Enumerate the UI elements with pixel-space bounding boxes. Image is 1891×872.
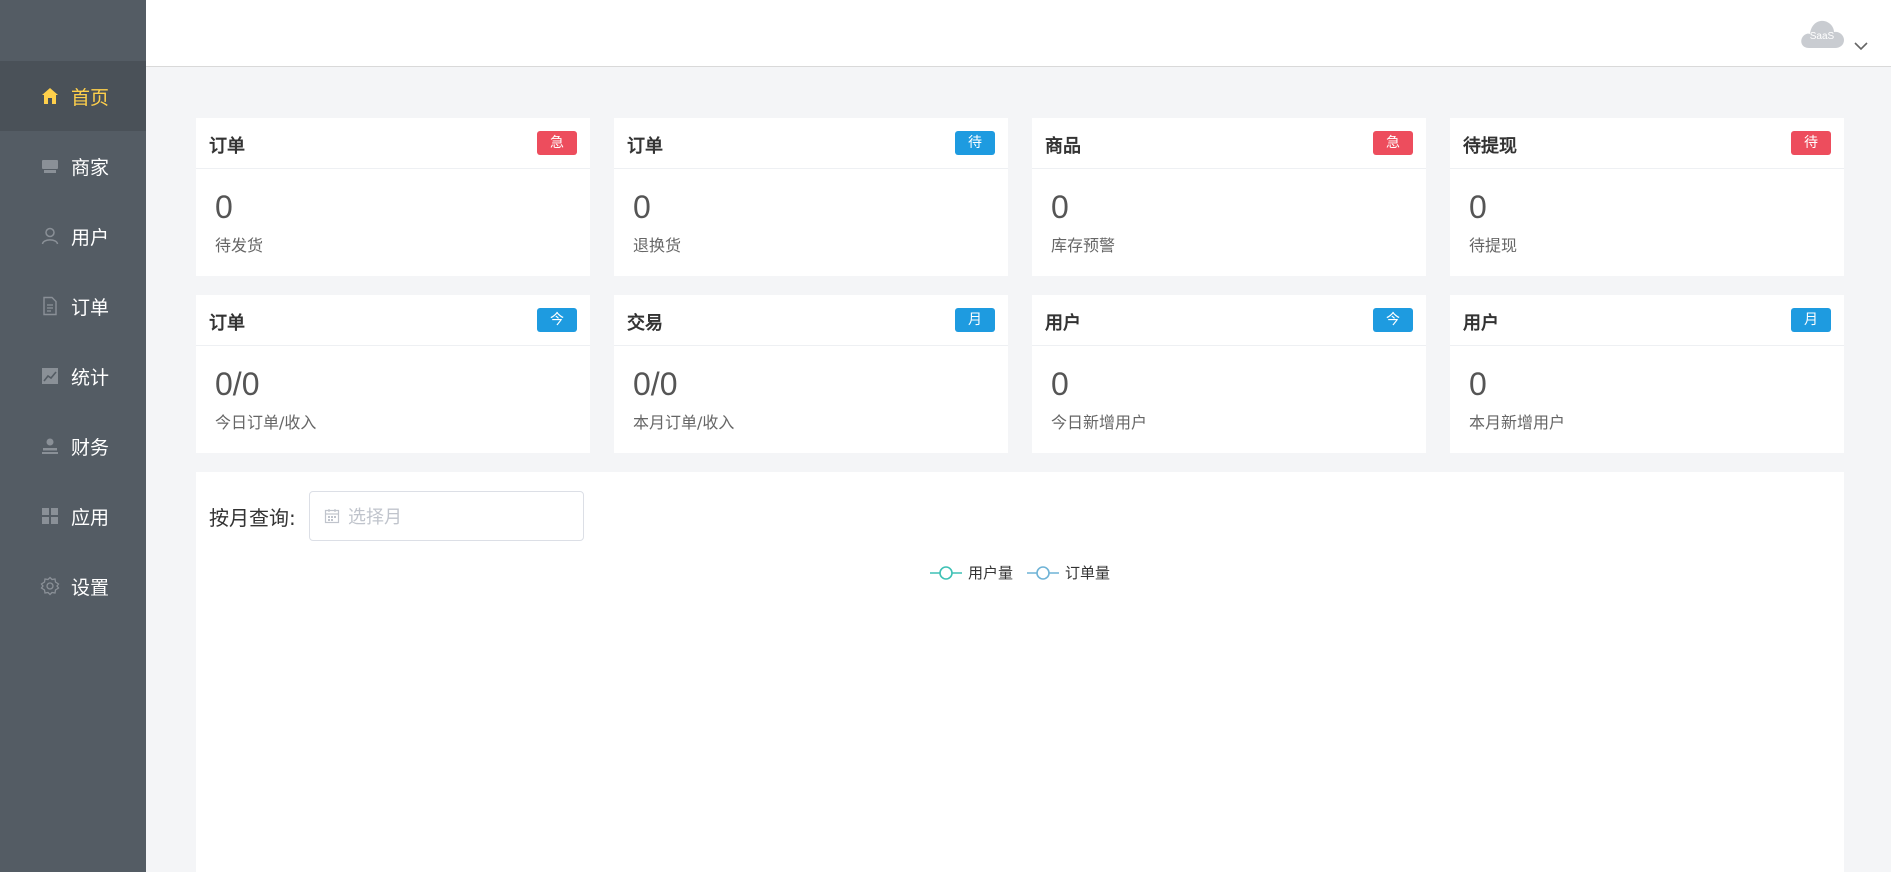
stat-card-value: 0 bbox=[633, 189, 651, 225]
stat-card-badge: 急 bbox=[537, 131, 577, 155]
legend-label: 用户量 bbox=[967, 564, 1013, 582]
stat-card: 订单 待 0 退换货 bbox=[614, 118, 1008, 276]
stat-card-header: 订单 今 bbox=[196, 295, 590, 346]
calendar-icon bbox=[324, 509, 340, 524]
sidebar-item-0[interactable]: 首页 bbox=[0, 61, 146, 131]
stat-card-badge: 急 bbox=[1373, 131, 1413, 155]
chevron-down-icon[interactable] bbox=[1853, 40, 1869, 52]
stat-card-value: 0 bbox=[1469, 366, 1487, 402]
stat-card-label: 待发货 bbox=[215, 236, 264, 255]
stat-card-value: 0 bbox=[1051, 189, 1069, 225]
sidebar-item-4[interactable]: 统计 bbox=[0, 341, 146, 411]
sidebar-item-label: 财务 bbox=[71, 436, 110, 459]
stat-card-title: 订单 bbox=[209, 313, 245, 334]
stat-card-value: 0 bbox=[215, 189, 233, 225]
stat-card: 交易 月 0/0 本月订单/收入 bbox=[614, 295, 1008, 453]
sidebar-item-label: 首页 bbox=[71, 86, 110, 109]
sidebar-item-label: 统计 bbox=[71, 366, 110, 389]
stat-card-label: 今日新增用户 bbox=[1051, 413, 1148, 432]
stat-card-title: 订单 bbox=[627, 136, 663, 157]
legend-item[interactable]: 订单量 bbox=[1027, 562, 1110, 583]
stat-card: 用户 今 0 今日新增用户 bbox=[1032, 295, 1426, 453]
stat-card-value: 0/0 bbox=[215, 366, 260, 402]
stat-card-label: 本月新增用户 bbox=[1469, 413, 1566, 432]
stat-card-badge: 待 bbox=[955, 131, 995, 155]
stat-card: 订单 急 0 待发货 bbox=[196, 118, 590, 276]
avatar-label: SaaS bbox=[1809, 31, 1835, 42]
sidebar-item-2[interactable]: 用户 bbox=[0, 201, 146, 271]
sidebar-item-1[interactable]: 商家 bbox=[0, 131, 146, 201]
sidebar-item-3[interactable]: 订单 bbox=[0, 271, 146, 341]
top-header: SaaS bbox=[146, 0, 1891, 67]
stat-card-title: 交易 bbox=[627, 313, 663, 334]
sidebar-item-label: 应用 bbox=[71, 506, 110, 529]
stat-card-label: 本月订单/收入 bbox=[633, 413, 735, 432]
sidebar-item-label: 用户 bbox=[71, 226, 110, 249]
stat-card: 商品 急 0 库存预警 bbox=[1032, 118, 1426, 276]
sidebar-item-5[interactable]: 财务 bbox=[0, 411, 146, 481]
stat-card-title: 待提现 bbox=[1463, 136, 1517, 157]
document-icon bbox=[40, 296, 60, 316]
stat-card-label: 库存预警 bbox=[1051, 236, 1116, 255]
stat-card: 订单 今 0/0 今日订单/收入 bbox=[196, 295, 590, 453]
stat-card-header: 用户 月 bbox=[1450, 295, 1844, 346]
sidebar-item-label: 设置 bbox=[71, 576, 110, 599]
stat-card-title: 商品 bbox=[1045, 136, 1081, 157]
stat-card-title: 用户 bbox=[1045, 313, 1081, 334]
sidebar-item-label: 商家 bbox=[71, 156, 110, 179]
chart-legend: 用户量 订单量 bbox=[196, 562, 1844, 583]
legend-line-marker-icon bbox=[1027, 565, 1059, 580]
user-icon bbox=[40, 226, 60, 246]
sidebar-logo-area bbox=[0, 0, 146, 61]
stat-card-label: 今日订单/收入 bbox=[215, 413, 317, 432]
query-label: 按月查询: bbox=[209, 506, 296, 530]
stat-card-header: 交易 月 bbox=[614, 295, 1008, 346]
stat-card-header: 待提现 待 bbox=[1450, 118, 1844, 169]
avatar[interactable]: SaaS bbox=[1799, 12, 1845, 50]
sidebar-item-7[interactable]: 设置 bbox=[0, 551, 146, 621]
stat-card-label: 待提现 bbox=[1469, 236, 1518, 255]
stat-card-value: 0/0 bbox=[633, 366, 678, 402]
month-picker-placeholder: 选择月 bbox=[348, 507, 402, 528]
store-icon bbox=[40, 156, 60, 176]
grid-icon bbox=[40, 506, 60, 526]
stat-card-badge: 月 bbox=[955, 308, 995, 332]
stat-card-badge: 今 bbox=[1373, 308, 1413, 332]
stat-card-title: 用户 bbox=[1463, 313, 1499, 334]
finance-icon bbox=[40, 436, 60, 456]
chart-icon bbox=[40, 366, 60, 386]
sidebar-item-label: 订单 bbox=[71, 296, 110, 319]
stat-card-header: 用户 今 bbox=[1032, 295, 1426, 346]
chart-panel: 按月查询: 选择月 用户量 订单量 bbox=[196, 472, 1844, 872]
legend-line-marker-icon bbox=[929, 565, 962, 580]
sidebar-item-6[interactable]: 应用 bbox=[0, 481, 146, 551]
stat-card-title: 订单 bbox=[209, 136, 245, 157]
stat-card-header: 订单 急 bbox=[196, 118, 590, 169]
home-icon bbox=[40, 86, 60, 106]
gear-icon bbox=[40, 576, 60, 596]
stat-card: 待提现 待 0 待提现 bbox=[1450, 118, 1844, 276]
stat-card-header: 订单 待 bbox=[614, 118, 1008, 169]
stat-card-label: 退换货 bbox=[633, 236, 682, 255]
sidebar: 首页商家用户订单统计财务应用设置 bbox=[0, 0, 146, 872]
stat-card-badge: 待 bbox=[1791, 131, 1831, 155]
stat-card-value: 0 bbox=[1051, 366, 1069, 402]
stat-card-badge: 月 bbox=[1791, 308, 1831, 332]
stat-card-value: 0 bbox=[1469, 189, 1487, 225]
stat-card: 用户 月 0 本月新增用户 bbox=[1450, 295, 1844, 453]
month-picker-input[interactable]: 选择月 bbox=[309, 491, 584, 541]
stat-card-header: 商品 急 bbox=[1032, 118, 1426, 169]
legend-item[interactable]: 用户量 bbox=[929, 562, 1013, 583]
legend-label: 订单量 bbox=[1065, 564, 1111, 582]
stat-card-badge: 今 bbox=[537, 308, 577, 332]
